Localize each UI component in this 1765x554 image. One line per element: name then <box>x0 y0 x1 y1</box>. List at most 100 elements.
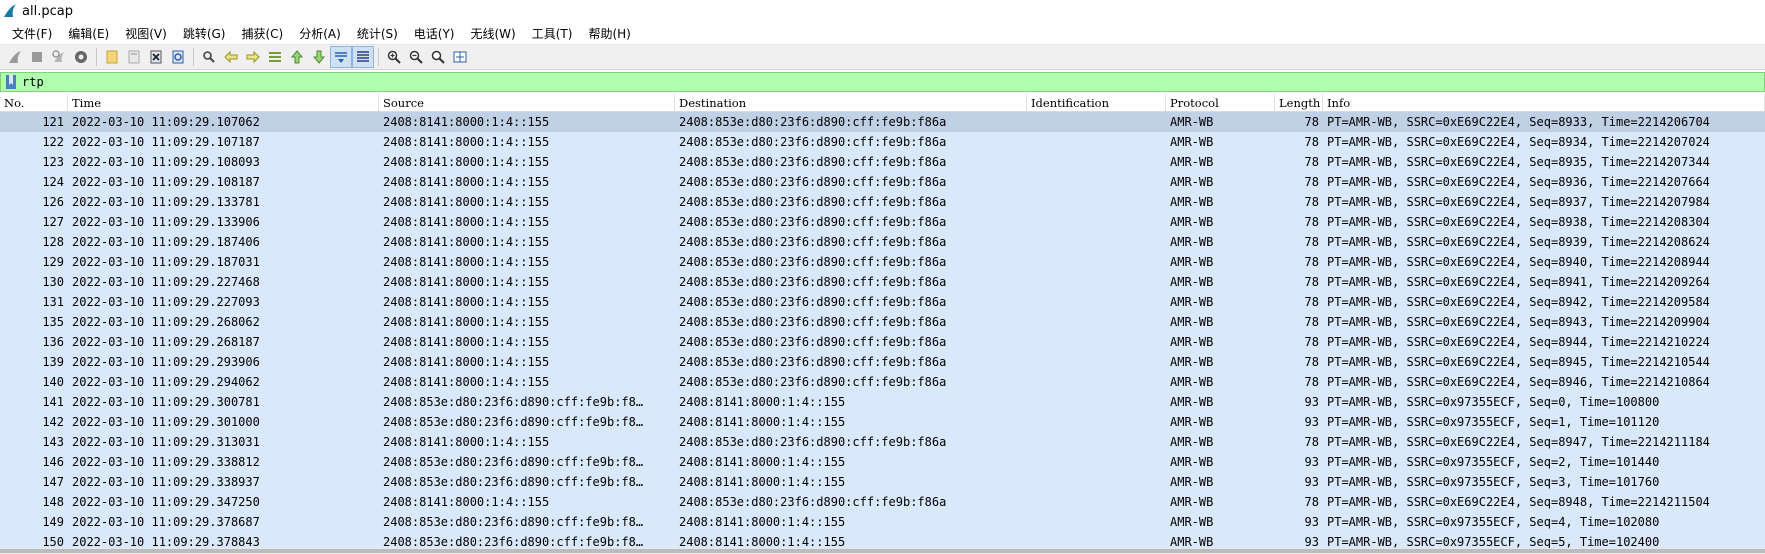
scrollbar-thumb[interactable] <box>0 549 1765 553</box>
packet-info: PT=AMR-WB, SSRC=0xE69C22E4, Seq=8935, Ti… <box>1327 155 1710 169</box>
packet-source: 2408:8141:8000:1:4::155 <box>383 215 550 229</box>
packet-row[interactable]: 130 2022-03-10 11:09:29.227468 2408:8141:8… <box>0 272 1765 292</box>
column-header-source[interactable]: Source <box>379 94 675 111</box>
packet-row[interactable]: 140 2022-03-10 11:09:29.294062 2408:8141:8… <box>0 372 1765 392</box>
open-file-icon[interactable] <box>101 46 123 68</box>
packet-row[interactable]: 148 2022-03-10 11:09:29.347250 2408:8141:8… <box>0 492 1765 512</box>
capture-options-icon[interactable] <box>70 46 92 68</box>
colorize-icon[interactable] <box>352 46 374 68</box>
packet-row[interactable]: 126 2022-03-10 11:09:29.133781 2408:8141:8… <box>0 192 1765 212</box>
packet-row[interactable]: 128 2022-03-10 11:09:29.187406 2408:8141:8… <box>0 232 1765 252</box>
normal-size-icon[interactable] <box>427 46 449 68</box>
packet-protocol: AMR-WB <box>1170 495 1214 509</box>
packet-no: 127 <box>42 215 64 229</box>
window-title: all.pcap <box>22 3 73 19</box>
packet-row[interactable]: 123 2022-03-10 11:09:29.108093 2408:8141:8… <box>0 152 1765 172</box>
packet-info: PT=AMR-WB, SSRC=0xE69C22E4, Seq=8938, Ti… <box>1327 215 1710 229</box>
packet-source: 2408:853e:d80:23f6:d890:cff:fe9b:f8… <box>383 395 644 409</box>
packet-time: 2022-03-10 11:09:29.347250 <box>72 495 260 509</box>
packet-info: PT=AMR-WB, SSRC=0xE69C22E4, Seq=8933, Ti… <box>1327 115 1710 129</box>
menu-wireless[interactable]: 无线(W) <box>463 25 524 42</box>
packet-info: PT=AMR-WB, SSRC=0xE69C22E4, Seq=8948, Ti… <box>1327 495 1710 509</box>
packet-destination: 2408:8141:8000:1:4::155 <box>679 395 846 409</box>
menu-file[interactable]: 文件(F) <box>4 25 60 42</box>
display-filter-input[interactable] <box>22 74 1764 90</box>
column-header-destination[interactable]: Destination <box>675 94 1027 111</box>
packet-info: PT=AMR-WB, SSRC=0x97355ECF, Seq=3, Time=… <box>1327 475 1660 489</box>
packet-source: 2408:8141:8000:1:4::155 <box>383 495 550 509</box>
save-file-icon[interactable] <box>123 46 145 68</box>
packet-time: 2022-03-10 11:09:29.133906 <box>72 215 260 229</box>
menu-view[interactable]: 视图(V) <box>117 25 175 42</box>
go-forward-icon[interactable] <box>242 46 264 68</box>
packet-row[interactable]: 146 2022-03-10 11:09:29.338812 2408:853e:d… <box>0 452 1765 472</box>
zoom-in-icon[interactable] <box>383 46 405 68</box>
menu-statistics[interactable]: 统计(S) <box>349 25 406 42</box>
packet-length: 78 <box>1304 135 1319 149</box>
packet-row[interactable]: 136 2022-03-10 11:09:29.268187 2408:8141:8… <box>0 332 1765 352</box>
menu-help[interactable]: 帮助(H) <box>580 25 638 42</box>
packet-source: 2408:8141:8000:1:4::155 <box>383 275 550 289</box>
resize-columns-icon[interactable] <box>449 46 471 68</box>
packet-list[interactable]: No. Time Source Destination Identificati… <box>0 94 1765 554</box>
shark-fin-start-icon[interactable] <box>4 46 26 68</box>
packet-no: 148 <box>42 495 64 509</box>
packet-protocol: AMR-WB <box>1170 515 1214 529</box>
packet-protocol: AMR-WB <box>1170 255 1214 269</box>
column-header-no[interactable]: No. <box>0 94 68 111</box>
packet-protocol: AMR-WB <box>1170 415 1214 429</box>
restart-icon[interactable] <box>48 46 70 68</box>
packet-protocol: AMR-WB <box>1170 335 1214 349</box>
reload-icon[interactable] <box>167 46 189 68</box>
packet-info: PT=AMR-WB, SSRC=0x97355ECF, Seq=0, Time=… <box>1327 395 1660 409</box>
packet-time: 2022-03-10 11:09:29.378687 <box>72 515 260 529</box>
go-to-packet-icon[interactable] <box>264 46 286 68</box>
packet-no: 121 <box>42 115 64 129</box>
go-last-icon[interactable] <box>308 46 330 68</box>
packet-row[interactable]: 131 2022-03-10 11:09:29.227093 2408:8141:8… <box>0 292 1765 312</box>
horizontal-scrollbar[interactable] <box>0 548 1765 554</box>
packet-row[interactable]: 127 2022-03-10 11:09:29.133906 2408:8141:8… <box>0 212 1765 232</box>
menu-telephony[interactable]: 电话(Y) <box>406 25 463 42</box>
menu-edit[interactable]: 编辑(E) <box>60 25 117 42</box>
packet-length: 78 <box>1304 355 1319 369</box>
packet-time: 2022-03-10 11:09:29.293906 <box>72 355 260 369</box>
packet-length: 93 <box>1304 415 1319 429</box>
packet-list-header: No. Time Source Destination Identificati… <box>0 94 1765 112</box>
packet-source: 2408:8141:8000:1:4::155 <box>383 335 550 349</box>
stop-icon[interactable] <box>26 46 48 68</box>
packet-rows: 121 2022-03-10 11:09:29.107062 2408:8141:8… <box>0 112 1765 552</box>
packet-row[interactable]: 129 2022-03-10 11:09:29.187031 2408:8141:8… <box>0 252 1765 272</box>
zoom-out-icon[interactable] <box>405 46 427 68</box>
column-header-info[interactable]: Info <box>1323 94 1765 111</box>
column-header-time[interactable]: Time <box>68 94 379 111</box>
packet-row[interactable]: 139 2022-03-10 11:09:29.293906 2408:8141:8… <box>0 352 1765 372</box>
packet-row[interactable]: 143 2022-03-10 11:09:29.313031 2408:8141:8… <box>0 432 1765 452</box>
go-first-icon[interactable] <box>286 46 308 68</box>
column-header-identification[interactable]: Identification <box>1027 94 1166 111</box>
packet-row[interactable]: 141 2022-03-10 11:09:29.300781 2408:853e:d… <box>0 392 1765 412</box>
menu-go[interactable]: 跳转(G) <box>175 25 234 42</box>
packet-row[interactable]: 122 2022-03-10 11:09:29.107187 2408:8141:8… <box>0 132 1765 152</box>
packet-row[interactable]: 149 2022-03-10 11:09:29.378687 2408:853e:d… <box>0 512 1765 532</box>
packet-row[interactable]: 147 2022-03-10 11:09:29.338937 2408:853e:d… <box>0 472 1765 492</box>
menu-tools[interactable]: 工具(T) <box>524 25 581 42</box>
packet-row[interactable]: 124 2022-03-10 11:09:29.108187 2408:8141:8… <box>0 172 1765 192</box>
packet-length: 78 <box>1304 195 1319 209</box>
menu-analyze[interactable]: 分析(A) <box>291 25 349 42</box>
packet-row[interactable]: 135 2022-03-10 11:09:29.268062 2408:8141:8… <box>0 312 1765 332</box>
packet-row[interactable]: 142 2022-03-10 11:09:29.301000 2408:853e:d… <box>0 412 1765 432</box>
packet-row[interactable]: 121 2022-03-10 11:09:29.107062 2408:8141:8… <box>0 112 1765 132</box>
auto-scroll-icon[interactable] <box>330 46 352 68</box>
packet-no: 140 <box>42 375 64 389</box>
packet-protocol: AMR-WB <box>1170 395 1214 409</box>
menu-capture[interactable]: 捕获(C) <box>233 25 291 42</box>
go-back-icon[interactable] <box>220 46 242 68</box>
column-header-length[interactable]: Length <box>1275 94 1323 111</box>
bookmark-icon[interactable] <box>4 74 18 90</box>
packet-length: 93 <box>1304 515 1319 529</box>
packet-info: PT=AMR-WB, SSRC=0xE69C22E4, Seq=8937, Ti… <box>1327 195 1710 209</box>
close-file-icon[interactable] <box>145 46 167 68</box>
find-packet-icon[interactable] <box>198 46 220 68</box>
column-header-protocol[interactable]: Protocol <box>1166 94 1275 111</box>
